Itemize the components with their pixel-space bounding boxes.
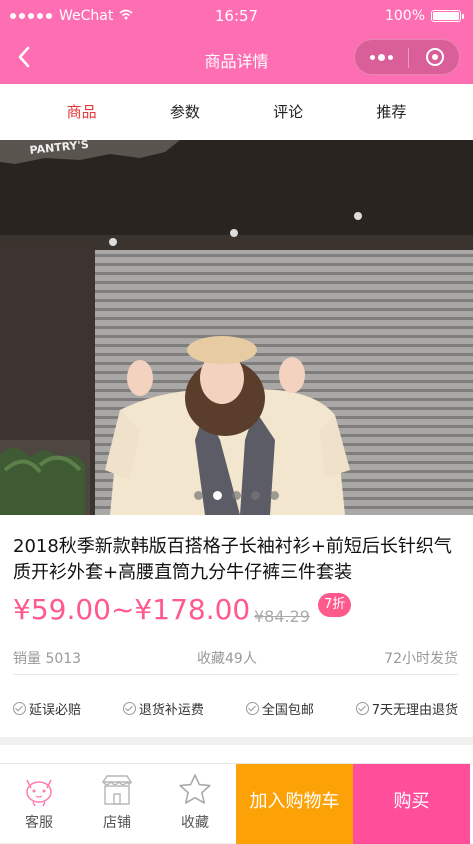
- check-circle-icon: [122, 702, 136, 715]
- shop-label: 店铺: [103, 815, 131, 831]
- carousel-dot[interactable]: [270, 491, 279, 500]
- cat-face-icon: [26, 779, 52, 807]
- more-button[interactable]: [355, 40, 408, 74]
- check-circle-icon: [13, 702, 26, 715]
- carousel-dot[interactable]: [232, 491, 241, 500]
- battery-percent: 100%: [384, 8, 425, 24]
- tab-params[interactable]: 参数: [145, 84, 225, 140]
- product-image-carousel[interactable]: PANTRY'S: [0, 140, 473, 515]
- product-stats: 销量 5013 收藏49人 72小时发货: [13, 648, 458, 668]
- guarantee-item: 延误必赔: [13, 699, 81, 718]
- guarantee-item: 退货补运费: [122, 699, 204, 718]
- carousel-dot-active[interactable]: [213, 491, 222, 500]
- favorite-label: 收藏: [181, 815, 209, 831]
- product-title: 2018秋季新款韩版百搭格子长袖衬衫+前短后长针织气质开衫外套+高腰直筒九分牛仔…: [13, 536, 452, 583]
- battery-icon: [431, 10, 464, 22]
- favorite-button[interactable]: 收藏: [156, 764, 234, 844]
- buy-now-button[interactable]: 购买: [353, 764, 470, 844]
- guarantee-item: 7天无理由退货: [355, 699, 458, 718]
- detail-tabs: 商品 参数 评论 推荐: [0, 84, 473, 140]
- tab-reviews[interactable]: 评论: [248, 84, 328, 140]
- shipping-time: 72小时发货: [384, 651, 458, 667]
- product-photo: PANTRY'S: [0, 140, 473, 515]
- battery-status: 100%: [384, 8, 464, 24]
- customer-service-button[interactable]: 客服: [0, 764, 78, 844]
- target-icon: [426, 48, 444, 66]
- check-circle-icon: [355, 702, 369, 715]
- sales-count: 销量 5013: [13, 651, 82, 667]
- carousel-indicators: [0, 491, 473, 500]
- discount-badge: 7折: [318, 593, 352, 617]
- tab-recommend[interactable]: 推荐: [351, 84, 431, 140]
- check-circle-icon: [245, 702, 259, 715]
- divider: [13, 674, 458, 675]
- shop-button[interactable]: 店铺: [78, 764, 156, 844]
- more-icon: [370, 54, 375, 60]
- add-to-cart-button[interactable]: 加入购物车: [236, 764, 353, 844]
- service-label: 客服: [25, 815, 53, 831]
- tab-product[interactable]: 商品: [42, 84, 122, 140]
- guarantee-item: 全国包邮: [245, 699, 314, 718]
- bottom-action-bar: 客服 店铺 收藏 加入购物车 购买: [0, 763, 473, 844]
- service-guarantees: 延误必赔 退货补运费 全国包邮 7天无理由退货: [13, 699, 458, 718]
- shop-icon: [101, 775, 133, 805]
- nav-bar: 商品详情: [0, 32, 473, 84]
- close-miniprogram-button[interactable]: [409, 40, 461, 74]
- next-section: [0, 745, 473, 763]
- favorites-count: 收藏49人: [197, 651, 257, 667]
- price-range: ¥59.00~¥178.00: [13, 593, 251, 626]
- miniprogram-capsule: [354, 39, 460, 75]
- status-bar: WeChat 16:57 100%: [0, 0, 473, 32]
- star-icon: [179, 774, 211, 804]
- original-price: ¥84.29: [254, 607, 310, 626]
- carousel-dot[interactable]: [251, 491, 260, 500]
- carousel-dot[interactable]: [194, 491, 203, 500]
- product-info: 2018秋季新款韩版百搭格子长袖衬衫+前短后长针织气质开衫外套+高腰直筒九分牛仔…: [0, 515, 473, 737]
